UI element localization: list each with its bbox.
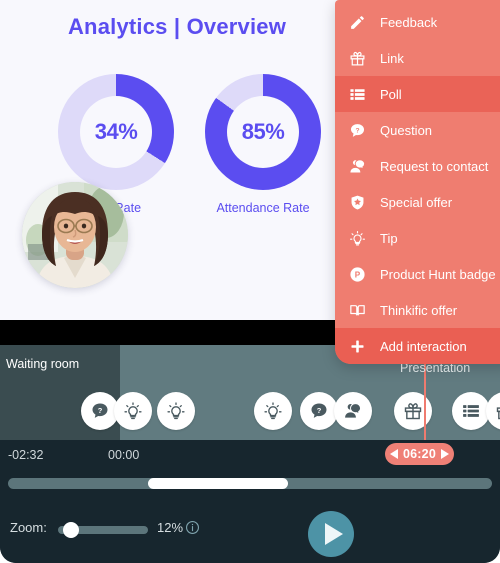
time-start-label: -02:32 bbox=[8, 448, 44, 462]
play-button[interactable] bbox=[308, 511, 354, 557]
svg-text:?: ? bbox=[98, 406, 103, 415]
timeline-marker-link[interactable] bbox=[486, 392, 500, 430]
menu-item-label: Request to contact bbox=[380, 158, 489, 174]
donut-ring: 85% bbox=[205, 74, 321, 190]
zoom-slider-knob[interactable] bbox=[63, 522, 79, 538]
menu-item-feedback[interactable]: Feedback bbox=[335, 4, 500, 40]
menu-item-product-hunt-badge[interactable]: P Product Hunt badge bbox=[335, 256, 500, 292]
svg-text:?: ? bbox=[317, 406, 322, 415]
menu-item-tip[interactable]: Tip bbox=[335, 220, 500, 256]
triangle-right-icon[interactable] bbox=[440, 449, 449, 459]
menu-item-label: Add interaction bbox=[380, 338, 467, 354]
timeline-scrollbar-thumb[interactable] bbox=[148, 478, 288, 489]
product-hunt-icon: P bbox=[347, 266, 367, 283]
avatar bbox=[22, 182, 128, 288]
shield-star-icon bbox=[347, 194, 367, 211]
menu-item-label: Product Hunt badge bbox=[380, 266, 496, 282]
menu-item-label: Tip bbox=[380, 230, 398, 246]
player-bottom-bar: Zoom: 12% bbox=[0, 501, 500, 563]
playhead-time-value: 06:20 bbox=[403, 447, 436, 461]
menu-item-poll[interactable]: Poll bbox=[335, 76, 500, 112]
request-contact-icon bbox=[347, 158, 367, 175]
app-root: Analytics | Overview 34% tion Rate 85% A… bbox=[0, 0, 500, 563]
timeline-scrollbar[interactable] bbox=[8, 478, 492, 489]
menu-item-label: Special offer bbox=[380, 194, 453, 210]
zoom-value: 12% bbox=[157, 520, 184, 535]
play-icon bbox=[324, 523, 343, 545]
playhead-time-badge[interactable]: 06:20 bbox=[385, 443, 454, 465]
menu-item-add-interaction[interactable]: Add interaction bbox=[335, 328, 500, 364]
svg-text:?: ? bbox=[355, 127, 359, 134]
timeline-marker-link[interactable] bbox=[394, 392, 432, 430]
zoom-label: Zoom: bbox=[10, 520, 47, 535]
timeline-marker-tip[interactable] bbox=[157, 392, 195, 430]
pencil-icon bbox=[347, 14, 367, 31]
timeline-marker-question[interactable]: ? bbox=[300, 392, 338, 430]
menu-item-label: Link bbox=[380, 50, 404, 66]
timeline-time-row: -02:32 00:00 06:20 bbox=[0, 440, 500, 472]
menu-item-request-to-contact[interactable]: Request to contact bbox=[335, 148, 500, 184]
video-player: Waiting room ? ? -02:32 00:00 06:20 Zoom… bbox=[0, 345, 500, 563]
donut-hole: 85% bbox=[227, 96, 299, 168]
donut-hole: 34% bbox=[80, 96, 152, 168]
open-book-icon bbox=[347, 302, 367, 319]
donut-ring: 34% bbox=[58, 74, 174, 190]
page-title: Analytics | Overview bbox=[67, 14, 287, 39]
waiting-room-label: Waiting room bbox=[6, 357, 80, 371]
menu-item-special-offer[interactable]: Special offer bbox=[335, 184, 500, 220]
donut-value: 34% bbox=[94, 119, 138, 144]
menu-item-thinkific-offer[interactable]: Thinkific offer bbox=[335, 292, 500, 328]
menu-item-question[interactable]: ? Question bbox=[335, 112, 500, 148]
plus-icon bbox=[347, 338, 367, 355]
timeline-marker-tip[interactable] bbox=[254, 392, 292, 430]
menu-item-link[interactable]: Link bbox=[335, 40, 500, 76]
timeline-marker-request-to-contact[interactable] bbox=[334, 392, 372, 430]
timeline-marker-poll[interactable] bbox=[452, 392, 490, 430]
menu-item-label: Question bbox=[380, 122, 433, 138]
gift-icon bbox=[347, 50, 367, 67]
menu-item-label: Thinkific offer bbox=[380, 302, 458, 318]
lightbulb-icon bbox=[347, 230, 367, 247]
timeline-marker-tip[interactable] bbox=[114, 392, 152, 430]
poll-list-icon bbox=[347, 86, 367, 103]
menu-item-label: Poll bbox=[380, 86, 402, 102]
menu-item-label: Feedback bbox=[380, 14, 438, 30]
time-zero-label: 00:00 bbox=[108, 448, 140, 462]
svg-text:P: P bbox=[354, 270, 360, 279]
donut-chart-attendance-rate: 85% Attendance Rate bbox=[205, 74, 321, 215]
interaction-menu: Feedback Link Poll ? Question Request to bbox=[335, 0, 500, 364]
question-bubble-icon: ? bbox=[347, 122, 367, 139]
donut-label: Attendance Rate bbox=[216, 201, 310, 215]
donut-value: 85% bbox=[241, 119, 285, 144]
zoom-slider[interactable] bbox=[58, 522, 148, 538]
triangle-left-icon[interactable] bbox=[390, 449, 398, 459]
info-icon[interactable] bbox=[185, 520, 200, 540]
